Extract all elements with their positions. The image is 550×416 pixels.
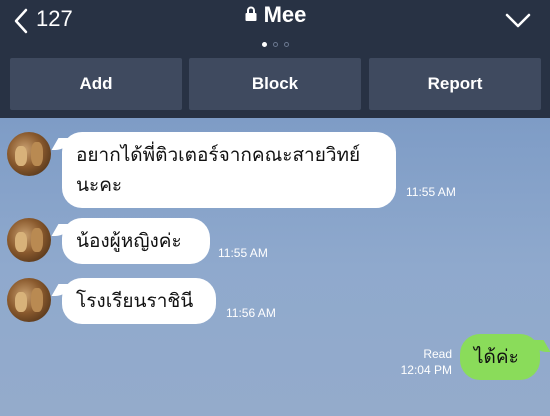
message-text: น้องผู้หญิงค่ะ <box>76 230 182 252</box>
page-dot <box>283 42 289 47</box>
read-receipt: Read <box>423 347 452 361</box>
block-button[interactable]: Block <box>189 58 361 110</box>
avatar[interactable] <box>7 218 51 262</box>
chevron-down-icon[interactable] <box>504 10 532 34</box>
message-text: นะคะ <box>76 174 123 196</box>
page-dot <box>272 42 278 47</box>
message-time: 11:56 AM <box>226 306 276 320</box>
message-text: อยากได้พี่ติวเตอร์จากคณะสายวิทย์ <box>76 144 361 166</box>
report-button[interactable]: Report <box>369 58 541 110</box>
message-bubble-incoming[interactable]: อยากได้พี่ติวเตอร์จากคณะสายวิทย์ นะคะ <box>62 132 396 208</box>
chat-title-area: Mee <box>0 0 550 30</box>
action-bar: Add Block Report <box>0 48 550 118</box>
avatar[interactable] <box>7 132 51 176</box>
message-text: ได้ค่ะ <box>474 346 519 368</box>
chat-area[interactable]: อยากได้พี่ติวเตอร์จากคณะสายวิทย์ นะคะ 11… <box>0 118 550 416</box>
message-bubble-incoming[interactable]: โรงเรียนราชินี <box>62 278 216 324</box>
add-button[interactable]: Add <box>10 58 182 110</box>
chat-header: 127 Mee <box>0 0 550 48</box>
message-time: 11:55 AM <box>218 246 268 260</box>
message-time: 11:55 AM <box>406 185 456 199</box>
message-bubble-incoming[interactable]: น้องผู้หญิงค่ะ <box>62 218 210 264</box>
message-text: โรงเรียนราชินี <box>76 290 194 312</box>
message-bubble-outgoing[interactable]: ได้ค่ะ <box>460 334 540 380</box>
page-dot <box>261 42 267 47</box>
message-time: 12:04 PM <box>400 363 452 377</box>
chat-title: Mee <box>263 2 307 27</box>
avatar[interactable] <box>7 278 51 322</box>
lock-icon <box>244 2 258 28</box>
